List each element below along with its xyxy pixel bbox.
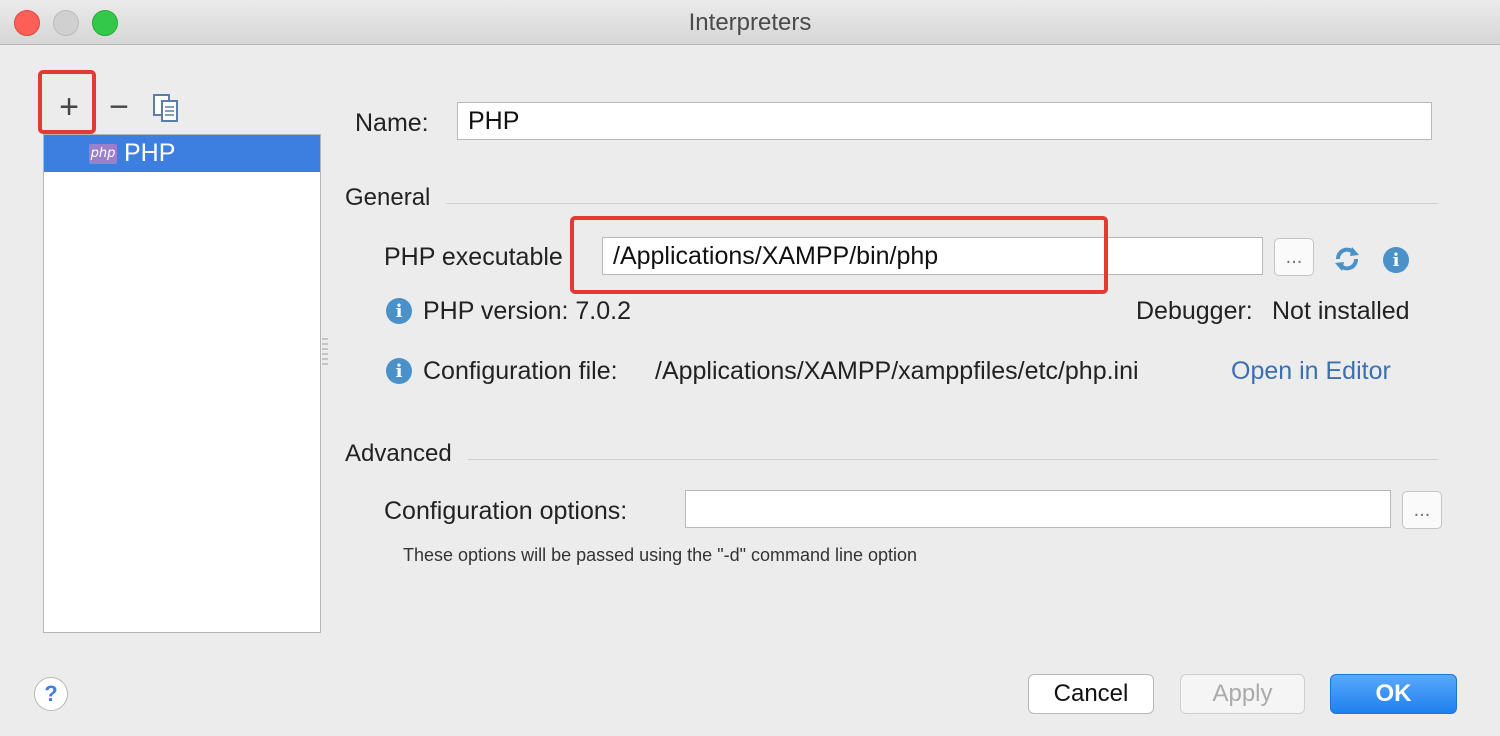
splitter-handle[interactable] <box>322 338 328 368</box>
help-button[interactable]: ? <box>34 677 68 711</box>
interpreter-list[interactable]: php PHP <box>43 134 321 633</box>
config-options-field[interactable] <box>685 490 1391 528</box>
general-section-header: General <box>345 184 431 211</box>
ok-button[interactable]: OK <box>1330 674 1457 714</box>
php-icon: php <box>89 143 117 164</box>
title-bar: Interpreters <box>0 0 1500 45</box>
config-file-info-icon: i <box>386 358 412 384</box>
list-item-label: PHP <box>124 139 176 167</box>
config-file-path: /Applications/XAMPP/xamppfiles/etc/php.i… <box>655 357 1139 385</box>
cancel-button[interactable]: Cancel <box>1028 674 1154 714</box>
add-button-highlight <box>38 70 96 134</box>
name-label: Name: <box>355 109 429 137</box>
copy-icon <box>153 94 178 122</box>
php-executable-label: PHP executable <box>384 243 563 271</box>
refresh-icon[interactable] <box>1332 244 1362 274</box>
copy-interpreter-button[interactable] <box>150 92 182 124</box>
config-options-browse-button[interactable]: ... <box>1402 491 1442 529</box>
php-version-text: PHP version: 7.0.2 <box>423 297 631 325</box>
advanced-section-header: Advanced <box>345 440 452 467</box>
name-field[interactable]: PHP <box>457 102 1432 140</box>
remove-interpreter-button[interactable]: − <box>104 90 134 124</box>
config-file-label: Configuration file: <box>423 357 618 385</box>
window-title: Interpreters <box>688 9 812 36</box>
general-separator <box>446 203 1438 204</box>
php-version-info-icon: i <box>386 298 412 324</box>
open-in-editor-link[interactable]: Open in Editor <box>1231 357 1391 386</box>
config-options-hint: These options will be passed using the "… <box>403 545 918 565</box>
executable-highlight <box>570 216 1108 294</box>
apply-button[interactable]: Apply <box>1180 674 1305 714</box>
debugger-label: Debugger: <box>1136 297 1253 325</box>
debugger-value: Not installed <box>1272 297 1410 325</box>
executable-browse-button[interactable]: ... <box>1274 238 1314 276</box>
config-options-label: Configuration options: <box>384 497 628 525</box>
executable-info-icon[interactable]: i <box>1383 247 1409 273</box>
advanced-separator <box>468 459 1438 460</box>
list-item-php[interactable]: php PHP <box>44 135 320 172</box>
